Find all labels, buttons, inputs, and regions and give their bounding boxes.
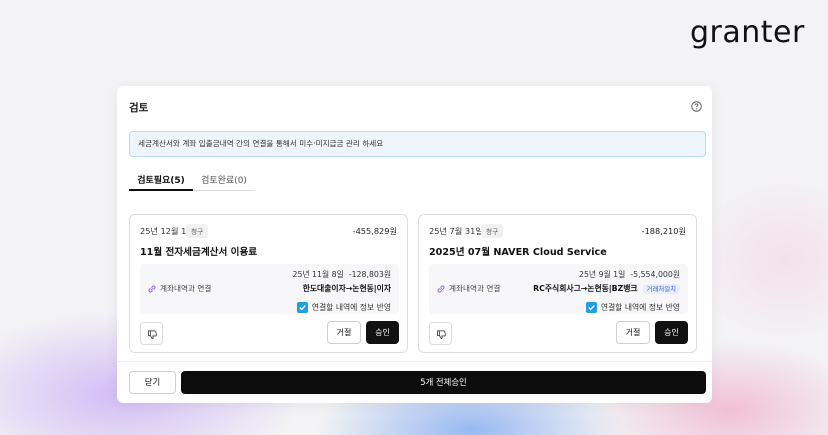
- invoice-type-badge: 청구: [186, 224, 209, 238]
- link-icon: [437, 285, 445, 293]
- thumbs-down-icon: [437, 330, 446, 340]
- transaction-date: 25년 11월 8일: [292, 270, 344, 279]
- thumbs-down-icon: [148, 330, 157, 340]
- invoice-type-badge: 청구: [481, 224, 504, 238]
- tab-review-needed[interactable]: 검토필요(5): [129, 173, 193, 190]
- transaction-date-amount: 25년 11월 8일 -128,803원: [292, 269, 391, 280]
- tab-active-indicator: [129, 189, 193, 191]
- transaction-date-amount: 25년 9월 1일 -5,554,000원: [579, 269, 680, 280]
- apply-info-checkbox[interactable]: [585, 302, 597, 313]
- link-transaction-label: 계좌내역과 연결: [160, 284, 212, 293]
- close-button[interactable]: 닫기: [129, 371, 176, 394]
- approve-button[interactable]: 승인: [655, 321, 688, 344]
- transaction-party-text: RC주식회사그→논현동|BZ뱅크: [533, 284, 638, 293]
- dislike-button[interactable]: [429, 322, 452, 345]
- approve-all-button[interactable]: 5개 전체승인: [181, 371, 706, 394]
- matched-transaction-box: 계좌내역과 연결 25년 9월 1일 -5,554,000원 RC주식회사그→논현…: [429, 264, 688, 314]
- info-banner: 세금계산서와 계좌 입출금내역 간의 연결을 통해서 미수·미지급금 관리 하세…: [129, 131, 706, 157]
- apply-info-checkbox-row[interactable]: 연결할 내역에 정보 반영: [296, 297, 391, 313]
- invoice-date: 25년 7월 31일: [429, 226, 483, 236]
- link-icon: [148, 285, 156, 293]
- apply-info-label: 연결할 내역에 정보 반영: [600, 303, 680, 312]
- transaction-date: 25년 9월 1일: [579, 270, 626, 279]
- apply-info-checkbox-row[interactable]: 연결할 내역에 정보 반영: [585, 297, 680, 313]
- granter-logo: granter: [690, 15, 805, 50]
- question-circle-icon[interactable]: [691, 101, 702, 112]
- footer-divider: [117, 361, 712, 362]
- review-card: 25년 12월 1일 청구 -455,829원 11월 전자세금계산서 이용료 …: [129, 214, 408, 353]
- transaction-party: 한도대출이자→논현동|이자: [303, 283, 391, 294]
- review-tabs: 검토필요(5) 검토완료(0): [129, 173, 259, 191]
- apply-info-label: 연결할 내역에 정보 반영: [311, 303, 391, 312]
- reject-button[interactable]: 거절: [616, 321, 650, 344]
- invoice-amount: -188,210원: [641, 226, 686, 236]
- review-card: 25년 7월 31일 청구 -188,210원 2025년 07월 NAVER …: [418, 214, 697, 353]
- apply-info-checkbox[interactable]: [296, 302, 308, 313]
- reject-button[interactable]: 거절: [327, 321, 361, 344]
- modal-title: 검토: [129, 102, 149, 114]
- invoice-amount: -455,829원: [352, 226, 397, 236]
- transaction-party: RC주식회사그→논현동|BZ뱅크 거래처일치: [533, 283, 680, 294]
- transaction-amount: -5,554,000원: [630, 270, 680, 279]
- approve-button[interactable]: 승인: [366, 321, 399, 344]
- check-icon: [588, 305, 595, 311]
- invoice-title: 2025년 07월 NAVER Cloud Service: [429, 247, 607, 258]
- invoice-title: 11월 전자세금계산서 이용료: [140, 247, 258, 258]
- matched-transaction-box: 계좌내역과 연결 25년 11월 8일 -128,803원 한도대출이자→논현동|…: [140, 264, 399, 314]
- tab-review-done[interactable]: 검토완료(0): [193, 173, 255, 190]
- dislike-button[interactable]: [140, 322, 163, 345]
- review-modal: 검토 세금계산서와 계좌 입출금내역 간의 연결을 통해서 미수·미지급금 관리…: [117, 86, 712, 403]
- transaction-party-text: 한도대출이자→논현동|이자: [302, 284, 391, 293]
- check-icon: [299, 305, 306, 311]
- transaction-amount: -128,803원: [348, 270, 391, 279]
- link-transaction-label: 계좌내역과 연결: [449, 284, 501, 293]
- counterparty-status-badge: 거래처일치: [642, 284, 680, 294]
